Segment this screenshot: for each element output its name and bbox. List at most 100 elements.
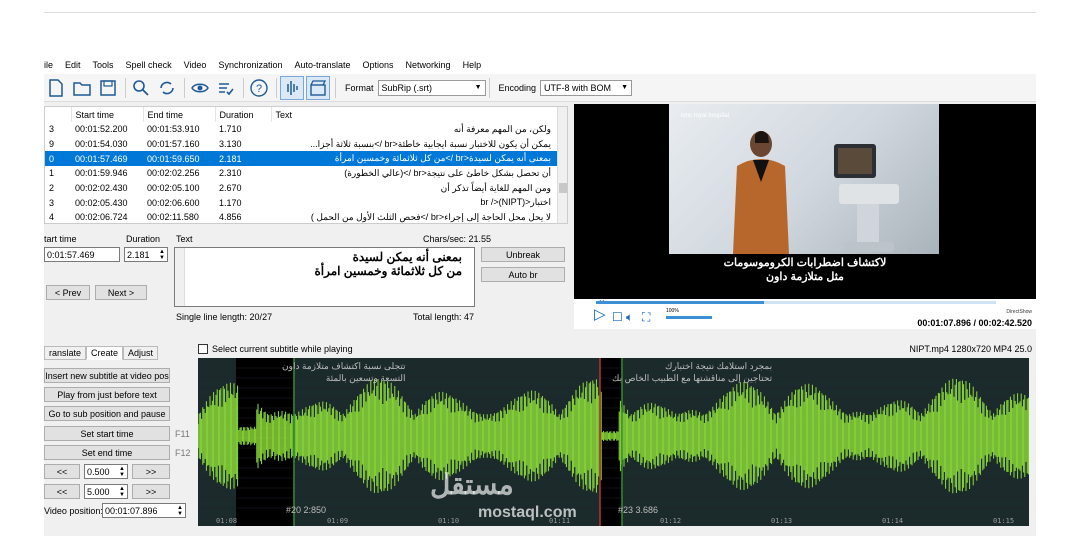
table-row[interactable]: 3 00:01:52.200 00:01:53.910 1.710 ولكن، من ا… (45, 122, 559, 137)
menu-networking[interactable]: Networking (406, 60, 451, 70)
column-number[interactable] (45, 107, 72, 122)
replace-icon[interactable] (155, 76, 179, 100)
spinner-icon[interactable]: ▲ ▼ (177, 505, 183, 517)
menu-auto-translate[interactable]: Auto-translate (294, 60, 350, 70)
eye-icon[interactable] (188, 76, 212, 100)
start-time-input[interactable]: 0:01:57.469 (44, 247, 120, 262)
set-end-time-button[interactable]: Set end time (44, 445, 170, 460)
menu-synchronization[interactable]: Synchronization (218, 60, 282, 70)
tab-create[interactable]: Create (86, 346, 124, 360)
text-area-scrollbar[interactable] (175, 248, 185, 306)
scrollbar-thumb[interactable] (559, 183, 567, 193)
row-duration: 4.856 (219, 212, 242, 223)
play-before-text-button[interactable]: Play from just before text (44, 387, 170, 402)
select-while-playing-checkbox[interactable] (198, 344, 208, 354)
waveform-subtitle-1-line-1: تتجلى نسبة اكتشاف متلازمة داون (282, 361, 406, 371)
go-to-sub-button[interactable]: Go to sub position and pause (44, 406, 170, 421)
menu-spell-check[interactable]: Spell check (126, 60, 172, 70)
timeline-tick: 01:14 (882, 517, 904, 525)
save-icon[interactable] (96, 76, 120, 100)
menu-file[interactable]: ile (44, 60, 53, 70)
auto-br-button[interactable]: Auto br (481, 267, 565, 282)
column-start-time[interactable]: Start time (71, 107, 144, 122)
select-while-playing-label: Select current subtitle while playing (212, 344, 353, 354)
help-icon[interactable]: ? (247, 76, 271, 100)
timeline-tick: 01:08 (216, 517, 238, 525)
row-text: اختبار<br />(NIPT) (480, 197, 551, 208)
row-start-time: 00:01:57.469 (71, 151, 143, 167)
timeline-tick: 01:10 (438, 517, 460, 525)
stop-icon[interactable]: ☐ (612, 310, 623, 324)
spinner-icon[interactable]: ▲ ▼ (159, 249, 165, 261)
prev-button[interactable]: < Prev (46, 285, 90, 300)
small-step-input[interactable]: 0.500 ▲ ▼ (84, 464, 128, 479)
spellcheck-icon[interactable] (214, 76, 238, 100)
format-select[interactable]: SubRip (.srt) ▼ (377, 79, 486, 96)
caption-line-1: لاكتشاف اضطرابات الكروموسومات (723, 257, 887, 269)
large-step-input[interactable]: 5.000 ▲ ▼ (84, 484, 128, 499)
audio-waveform[interactable]: تتجلى نسبة اكتشاف متلازمة داون التسعة وت… (198, 358, 1029, 526)
column-end-time[interactable]: End time (143, 107, 216, 122)
waveform-subtitle-1-line-2: التسعة وتسعين بالمئة (325, 373, 406, 383)
start-time-value: 0:01:57.469 (47, 249, 95, 260)
step-forward-large-button[interactable]: >> (132, 484, 170, 499)
insert-subtitle-button[interactable]: Insert new subtitle at video pos (44, 368, 170, 383)
table-row[interactable]: 1 00:01:59.946 00:02:02.256 2.310 أن تحصل بش… (45, 166, 559, 181)
column-duration[interactable]: Duration (215, 107, 272, 122)
video-player[interactable]: kmc royal hospital لاكتشاف اضطرابات الكر… (574, 104, 1036, 299)
waveform-icon[interactable] (280, 75, 304, 100)
table-row[interactable]: 2 00:02:02.430 00:02:05.100 2.670 ومن المهم … (45, 181, 559, 196)
table-row[interactable]: 9 00:01:54.030 00:01:57.160 3.130 يمكن أن يك… (45, 137, 559, 152)
video-clapper-icon[interactable] (306, 75, 330, 100)
menu-edit[interactable]: Edit (65, 60, 81, 70)
next-button[interactable]: Next > (95, 285, 147, 300)
menu-help[interactable]: Help (463, 60, 482, 70)
column-text[interactable]: Text (271, 107, 560, 122)
row-number: 9 (49, 139, 55, 150)
volume-slider[interactable] (666, 316, 712, 319)
menu-tools[interactable]: Tools (93, 60, 114, 70)
mute-icon[interactable]: 🔈︎ (626, 310, 633, 324)
search-icon[interactable] (129, 76, 153, 100)
video-position-input[interactable]: 00:01:07.896 ▲ ▼ (102, 503, 186, 518)
volume-level (666, 316, 712, 319)
row-start-time: 00:01:54.030 (75, 139, 128, 150)
waveform-marker-23: #23 3.686 (618, 505, 659, 515)
row-number: 3 (49, 124, 55, 135)
video-seek-bar[interactable] (596, 301, 996, 304)
subtitle-list[interactable]: Start time End time Duration Text 3 00:01… (44, 106, 568, 224)
encoding-select[interactable]: UTF-8 with BOM ▼ (540, 79, 633, 96)
play-icon[interactable]: ▷ (594, 307, 606, 322)
set-start-time-button[interactable]: Set start time (44, 426, 170, 441)
tab-adjust[interactable]: Adjust (123, 346, 159, 360)
spinner-icon[interactable]: ▲ ▼ (119, 486, 125, 498)
subtitle-text-area[interactable]: بمعنى أنه يمكن لسيدة من كل ثلاثمائة وخمس… (174, 247, 475, 307)
toolbar-separator (276, 77, 277, 98)
video-timecode: 00:01:07.896 / 00:02:42.520 (917, 318, 1032, 328)
step-forward-small-button[interactable]: >> (132, 464, 170, 479)
large-step-value: 5.000 (87, 486, 110, 497)
subtitle-list-scrollbar[interactable] (557, 107, 567, 223)
new-file-icon[interactable] (44, 76, 68, 100)
step-back-large-button[interactable]: << (44, 484, 80, 499)
unbreak-button[interactable]: Unbreak (481, 247, 565, 262)
toolbar-separator (488, 77, 490, 98)
chevron-down-icon: ▼ (474, 83, 482, 91)
menu-video[interactable]: Video (184, 60, 207, 70)
step-back-small-button[interactable]: << (44, 464, 80, 479)
tab-translate[interactable]: ranslate (44, 346, 87, 360)
row-text: يمكن أن يكون للاختبار نسبة ايجابية خاطئة… (310, 138, 551, 149)
duration-input[interactable]: 2.181 ▲ ▼ (124, 247, 168, 262)
mostaql-logo-latin: mostaql.com (478, 504, 577, 521)
duration-value: 2.181 (127, 249, 150, 260)
table-row[interactable]: 3 00:02:05.430 00:02:06.600 1.170 اختبار<br … (45, 195, 559, 210)
table-row[interactable]: 4 00:02:06.724 00:02:11.580 4.856 لا يحل محل… (45, 210, 559, 223)
table-row[interactable]: 0 00:01:57.469 00:01:59.650 2.181 بمعنى أنه … (45, 151, 559, 167)
spinner-icon[interactable]: ▲ ▼ (119, 466, 125, 478)
menu-options[interactable]: Options (363, 60, 394, 70)
fullscreen-icon[interactable]: ⛶ (642, 310, 650, 324)
start-time-label: tart time (44, 234, 77, 244)
open-folder-icon[interactable] (70, 76, 94, 100)
row-duration: 2.181 (215, 151, 271, 167)
timeline-tick: 01:13 (771, 517, 793, 525)
